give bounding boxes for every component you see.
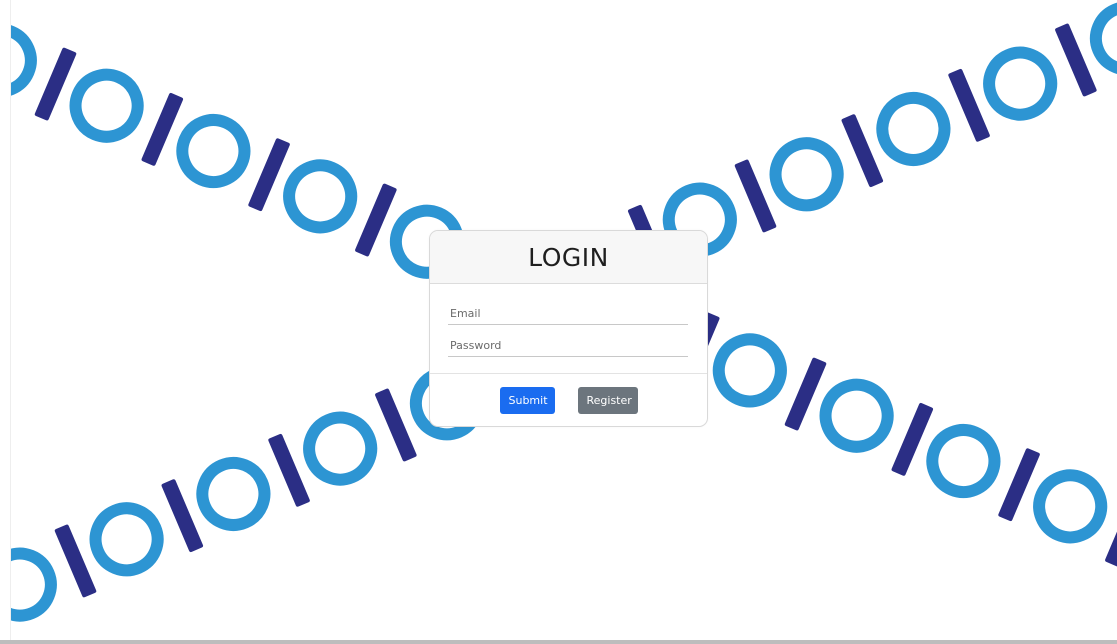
page: LOGIN Submit Register (0, 0, 1117, 644)
window-bottom-edge (0, 640, 1117, 644)
login-card-header: LOGIN (430, 231, 707, 284)
password-field[interactable] (448, 335, 688, 357)
io-band-bottom-right (672, 304, 1117, 613)
login-card-body (430, 284, 707, 374)
io-band-top-left (0, 0, 491, 303)
register-button[interactable]: Register (577, 387, 638, 414)
window-left-edge (0, 0, 11, 644)
submit-button[interactable]: Submit (499, 387, 555, 414)
login-card-footer: Submit Register (430, 374, 707, 426)
login-card: LOGIN Submit Register (429, 230, 708, 427)
login-title: LOGIN (528, 242, 609, 272)
email-field[interactable] (448, 303, 688, 325)
